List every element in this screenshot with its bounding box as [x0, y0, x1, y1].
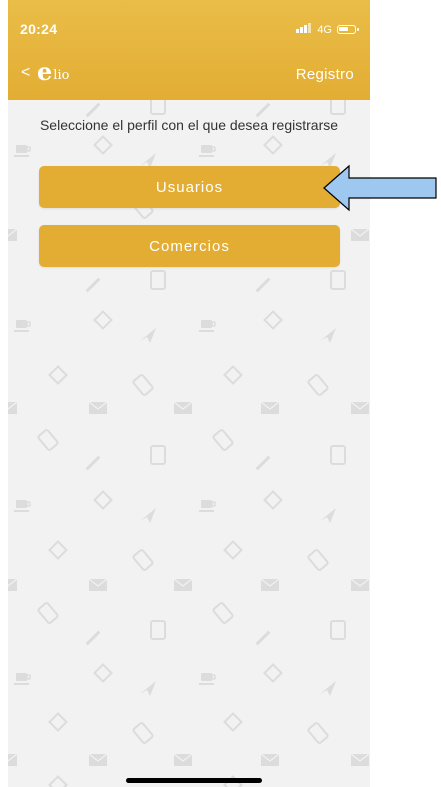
logo-text: lio — [53, 68, 70, 83]
comercios-button[interactable]: Comercios — [39, 225, 340, 267]
chevron-left-icon[interactable]: < — [21, 64, 30, 82]
page-title: Registro — [295, 66, 354, 83]
logo-mark: e — [37, 57, 53, 86]
app-logo: e lio — [37, 56, 69, 84]
app-header: 20:24 4G < e lio Registro — [8, 0, 370, 100]
home-indicator[interactable] — [126, 778, 262, 783]
status-indicators: 4G — [296, 23, 359, 36]
signal-bars-icon — [296, 23, 312, 36]
status-time: 20:24 — [20, 21, 58, 37]
comercios-button-label: Comercios — [149, 237, 230, 255]
left-arrow-icon — [323, 164, 437, 212]
battery-icon — [337, 25, 359, 34]
usuarios-button-label: Usuarios — [155, 178, 224, 196]
network-type: 4G — [317, 23, 332, 36]
profile-prompt: Seleccione el perfil con el que desea re… — [39, 117, 339, 133]
usuarios-button[interactable]: Usuarios — [39, 166, 340, 208]
phone-screen: 20:24 4G < e lio Registro Seleccione el … — [8, 0, 370, 787]
